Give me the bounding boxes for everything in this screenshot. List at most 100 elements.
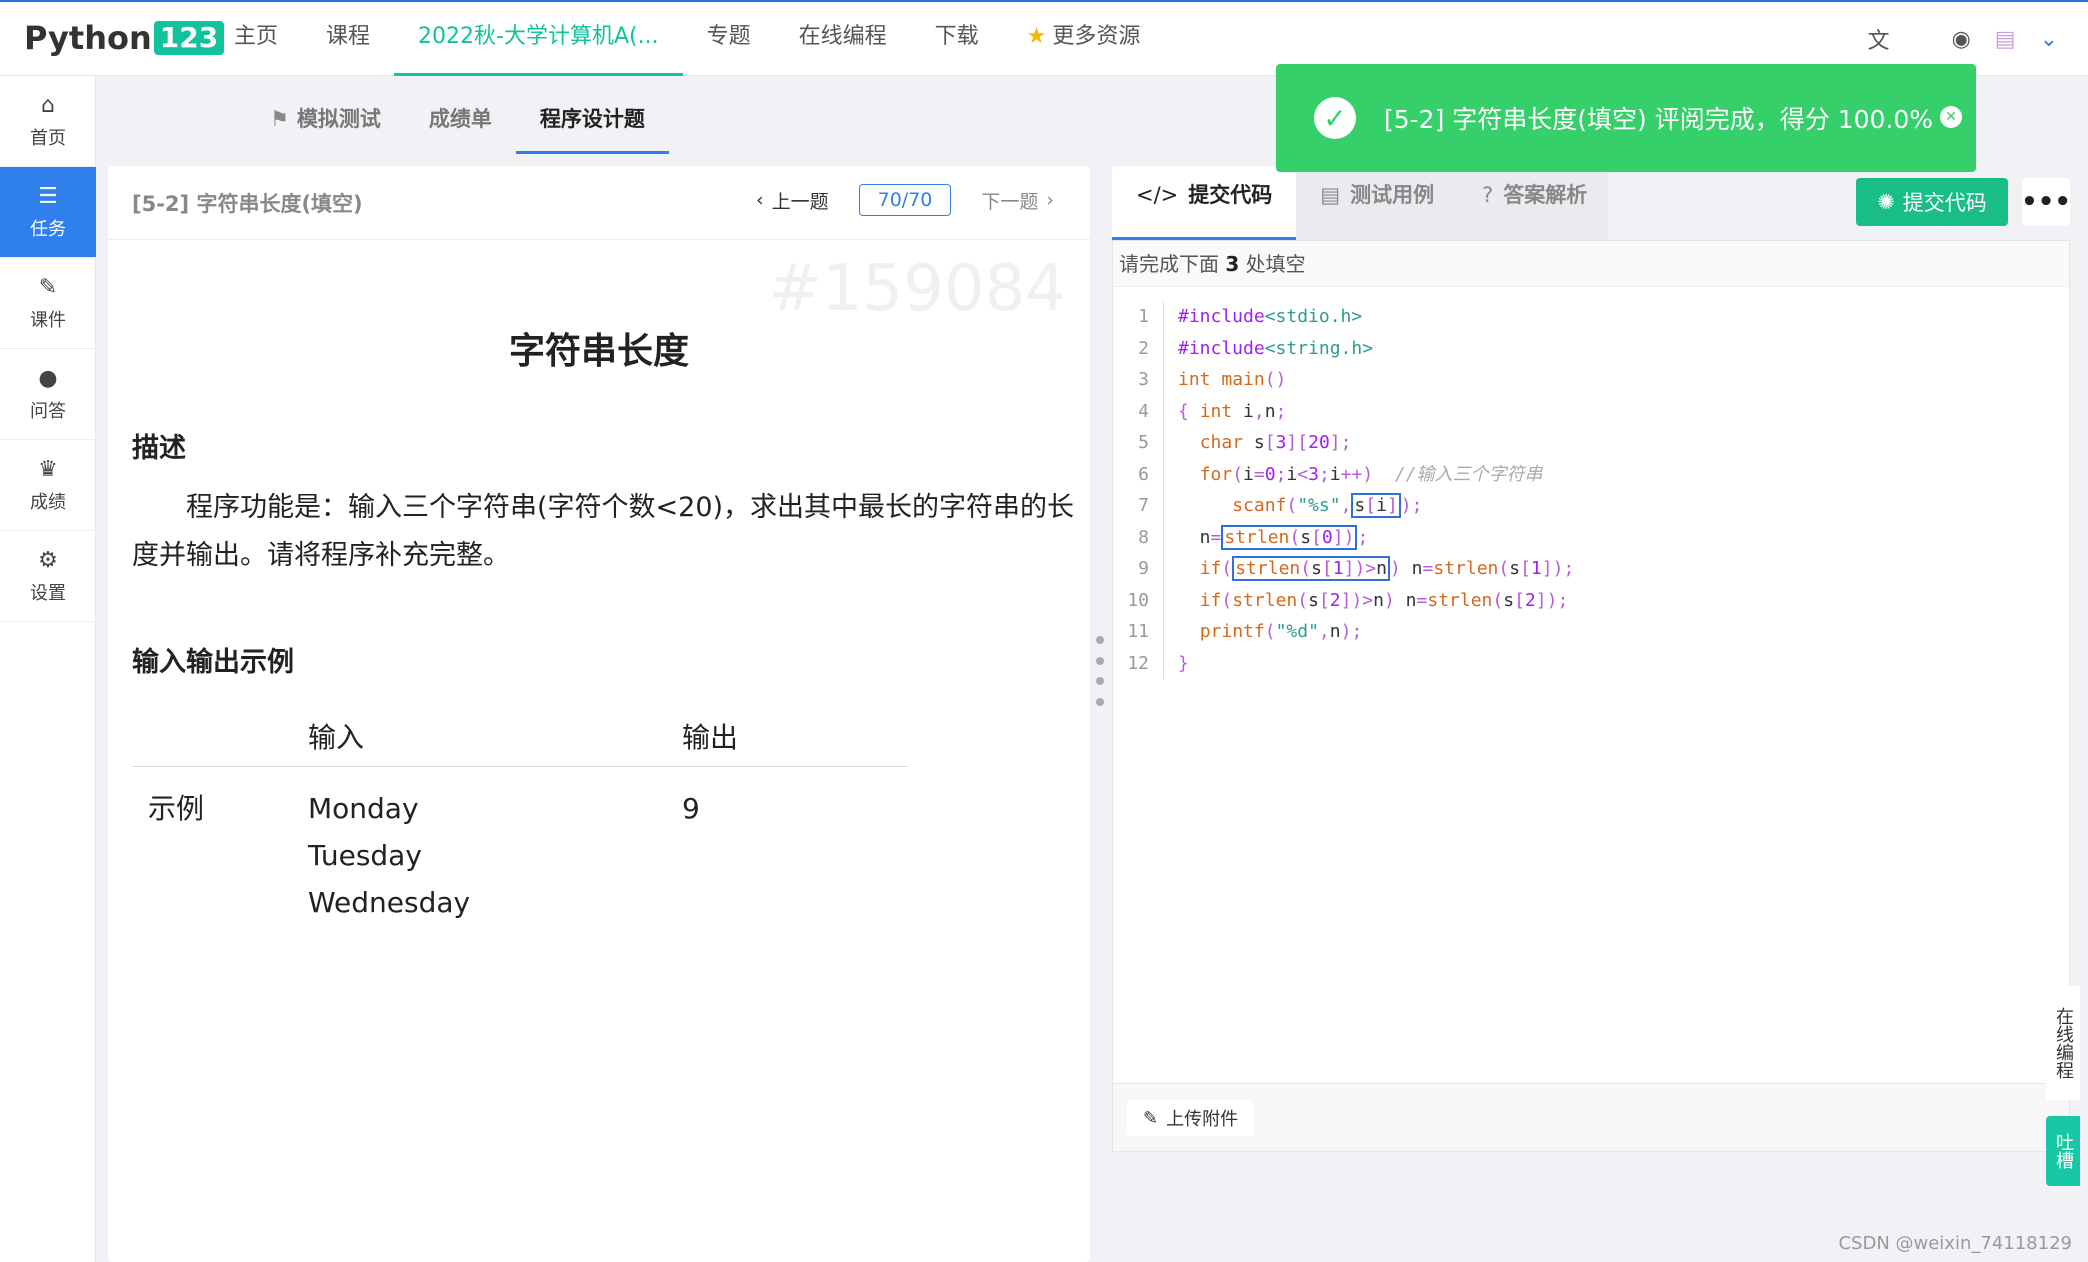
table-header-empty [132,706,308,767]
submit-code-button[interactable]: ✺ 提交代码 [1856,178,2008,226]
nav-item-courses[interactable]: 课程 [302,2,394,76]
code-line: 8 n= strlen(s[0]); [1113,521,2069,553]
sidebar-item-grades[interactable]: ♛ 成绩 [0,440,96,531]
tab-label: 模拟测试 [296,107,381,131]
close-icon[interactable]: ✕ [1940,106,1962,128]
code-line: 1 #include<stdio.h> [1113,301,2069,333]
upload-attachment-button[interactable]: ✎ 上传附件 [1127,1100,1255,1136]
io-example-heading: 输入输出示例 [132,647,294,678]
flag-icon: ⚑ [270,107,289,131]
example-input-line: Wednesday [308,885,471,919]
tab-label: 提交代码 [1188,183,1273,207]
prev-label: 上一题 [771,190,829,213]
tab-label: 答案解析 [1503,183,1588,207]
home-icon: ⌂ [41,92,55,118]
table-header-row: 输入 输出 [132,706,908,767]
logo-text: Python [24,19,152,57]
sidebar-item-qa[interactable]: ● 问答 [0,349,96,440]
chevron-down-icon[interactable]: ⌄ [2040,27,2058,52]
online-coding-side-tab[interactable]: 在线编程 [2046,986,2080,1100]
document-icon[interactable]: ▤ [1995,27,2016,52]
prev-question-button[interactable]: ‹ 上一题 [756,187,829,214]
paperclip-icon: ✎ [38,274,58,300]
more-resources-label: 更多资源 [1052,24,1141,49]
csdn-watermark: CSDN @weixin_74118129 [1838,1233,2072,1254]
next-question-button[interactable]: 下一题 › [981,187,1054,214]
submit-label: 提交代码 [1902,191,1987,215]
problem-description: 程序功能是：输入三个字符串(字符个数<20)，求出其中最长的字符串的长度并输出。… [132,492,1075,571]
sidebar-item-courseware[interactable]: ✎ 课件 [0,258,96,349]
problem-header-title: [5-2] 字符串长度(填空) [132,192,363,216]
toast-message: [5-2] 字符串长度(填空) 评阅完成，得分 100.0% [1384,105,1934,134]
upload-label: 上传附件 [1166,1109,1239,1130]
sidebar-item-label: 成绩 [30,491,66,513]
chevron-left-icon: ‹ [755,189,764,211]
code-line: 10 if(strlen(s[2])>n) n=strlen(s[2]); [1113,584,2069,616]
nav-item-more-resources[interactable]: ★ 更多资源 [1003,2,1165,76]
trophy-icon: ♛ [38,456,58,482]
code-line: 7 scanf("%s", s[i]); [1113,490,2069,522]
table-row: 示例 Monday Tuesday Wednesday 9 [132,766,908,926]
fill-in-hint: 请完成下面 3 处填空 [1113,241,2069,287]
table-header-input: 输入 [308,706,682,767]
blank-1[interactable]: s[i] [1351,493,1401,518]
sidebar-item-settings[interactable]: ⚙ 设置 [0,531,96,622]
sidebar-item-label: 任务 [30,218,66,240]
sidebar-item-label: 设置 [30,582,66,604]
nav-item-download[interactable]: 下载 [911,2,1003,76]
more-options-button[interactable]: ••• [2021,178,2071,226]
code-editor[interactable]: 请完成下面 3 处填空 1 #include<stdio.h> 2 #include… [1112,240,2070,1152]
user-avatar-icon[interactable]: ◉ [1952,27,1971,52]
panel-splitter-handle[interactable] [1094,636,1106,706]
spinner-icon: ✺ [1877,190,1895,214]
hint-prefix: 请完成下面 [1119,252,1226,276]
editor-footer: ✎ 上传附件 [1113,1083,2069,1151]
problem-id-watermark: #159084 [768,252,1066,326]
nav-item-home[interactable]: 主页 [210,2,302,76]
tab-mock-test[interactable]: ⚑ 模拟测试 [246,88,405,154]
code-line: 11 printf("%d",n); [1113,616,2069,648]
code-lines[interactable]: 1 #include<stdio.h> 2 #include<string.h> 3… [1113,301,2069,679]
list-icon: ▤ [1320,183,1341,207]
tab-answer-analysis[interactable]: ? 答案解析 [1458,166,1611,240]
example-input-line: Tuesday [308,838,422,872]
code-line: 2 #include<string.h> [1113,332,2069,364]
site-logo[interactable]: Python 123 [24,18,225,58]
example-input: Monday Tuesday Wednesday [308,766,682,926]
code-line: 9 if(strlen(s[1])>n) n=strlen(s[1]); [1113,553,2069,585]
example-label: 示例 [148,791,205,825]
code-line: 12} [1113,647,2069,679]
chevron-right-icon: › [1046,189,1054,211]
example-output: 9 [682,791,700,825]
tab-test-cases[interactable]: ▤ 测试用例 [1296,166,1458,240]
tab-transcript[interactable]: 成绩单 [405,88,516,154]
sidebar-item-label: 首页 [30,127,66,149]
table-header-output: 输出 [682,706,908,767]
blank-2[interactable]: strlen(s[0]) [1221,524,1358,550]
tab-submit-code[interactable]: </> 提交代码 [1112,166,1297,240]
nav-item-topics[interactable]: 专题 [683,2,775,76]
tab-programming[interactable]: 程序设计题 [515,88,669,154]
check-circle-icon: ✓ [1314,97,1356,139]
sidebar-item-tasks[interactable]: ☰ 任务 [0,167,96,258]
editor-tabs: </> 提交代码 ▤ 测试用例 ? 答案解析 [1112,166,1608,240]
code-line: 3 int main() [1113,364,2069,396]
comments-icon: ● [38,365,58,391]
nav-item-current-course[interactable]: 2022秋-大学计算机A(... [394,2,683,76]
sidebar-item-label: 问答 [30,400,66,422]
main-nav: 主页 课程 2022秋-大学计算机A(... 专题 在线编程 下载 ★ 更多资源 [210,2,1164,76]
star-icon: ★ [1026,24,1047,49]
translate-icon[interactable]: 文 [1868,23,1890,55]
tasks-icon: ☰ [38,183,58,209]
problem-header: [5-2] 字符串长度(填空) ‹ 上一题 70/70 下一题 › [108,166,1090,240]
feedback-side-tab[interactable]: 吐槽 [2046,1116,2080,1186]
paperclip-icon: ✎ [1143,1107,1159,1129]
sidebar-item-home[interactable]: ⌂ 首页 [0,76,96,167]
nav-item-online-coding[interactable]: 在线编程 [775,2,911,76]
problem-title: 字符串长度 [508,331,689,372]
blank-3[interactable]: strlen(s[1])>n [1232,556,1390,581]
io-example-table: 输入 输出 示例 Monday Tuesday Wednesday 9 [132,706,908,926]
question-counter[interactable]: 70/70 [858,184,952,216]
description-heading: 描述 [132,433,186,464]
code-line: 4{ int i,n; [1113,395,2069,427]
